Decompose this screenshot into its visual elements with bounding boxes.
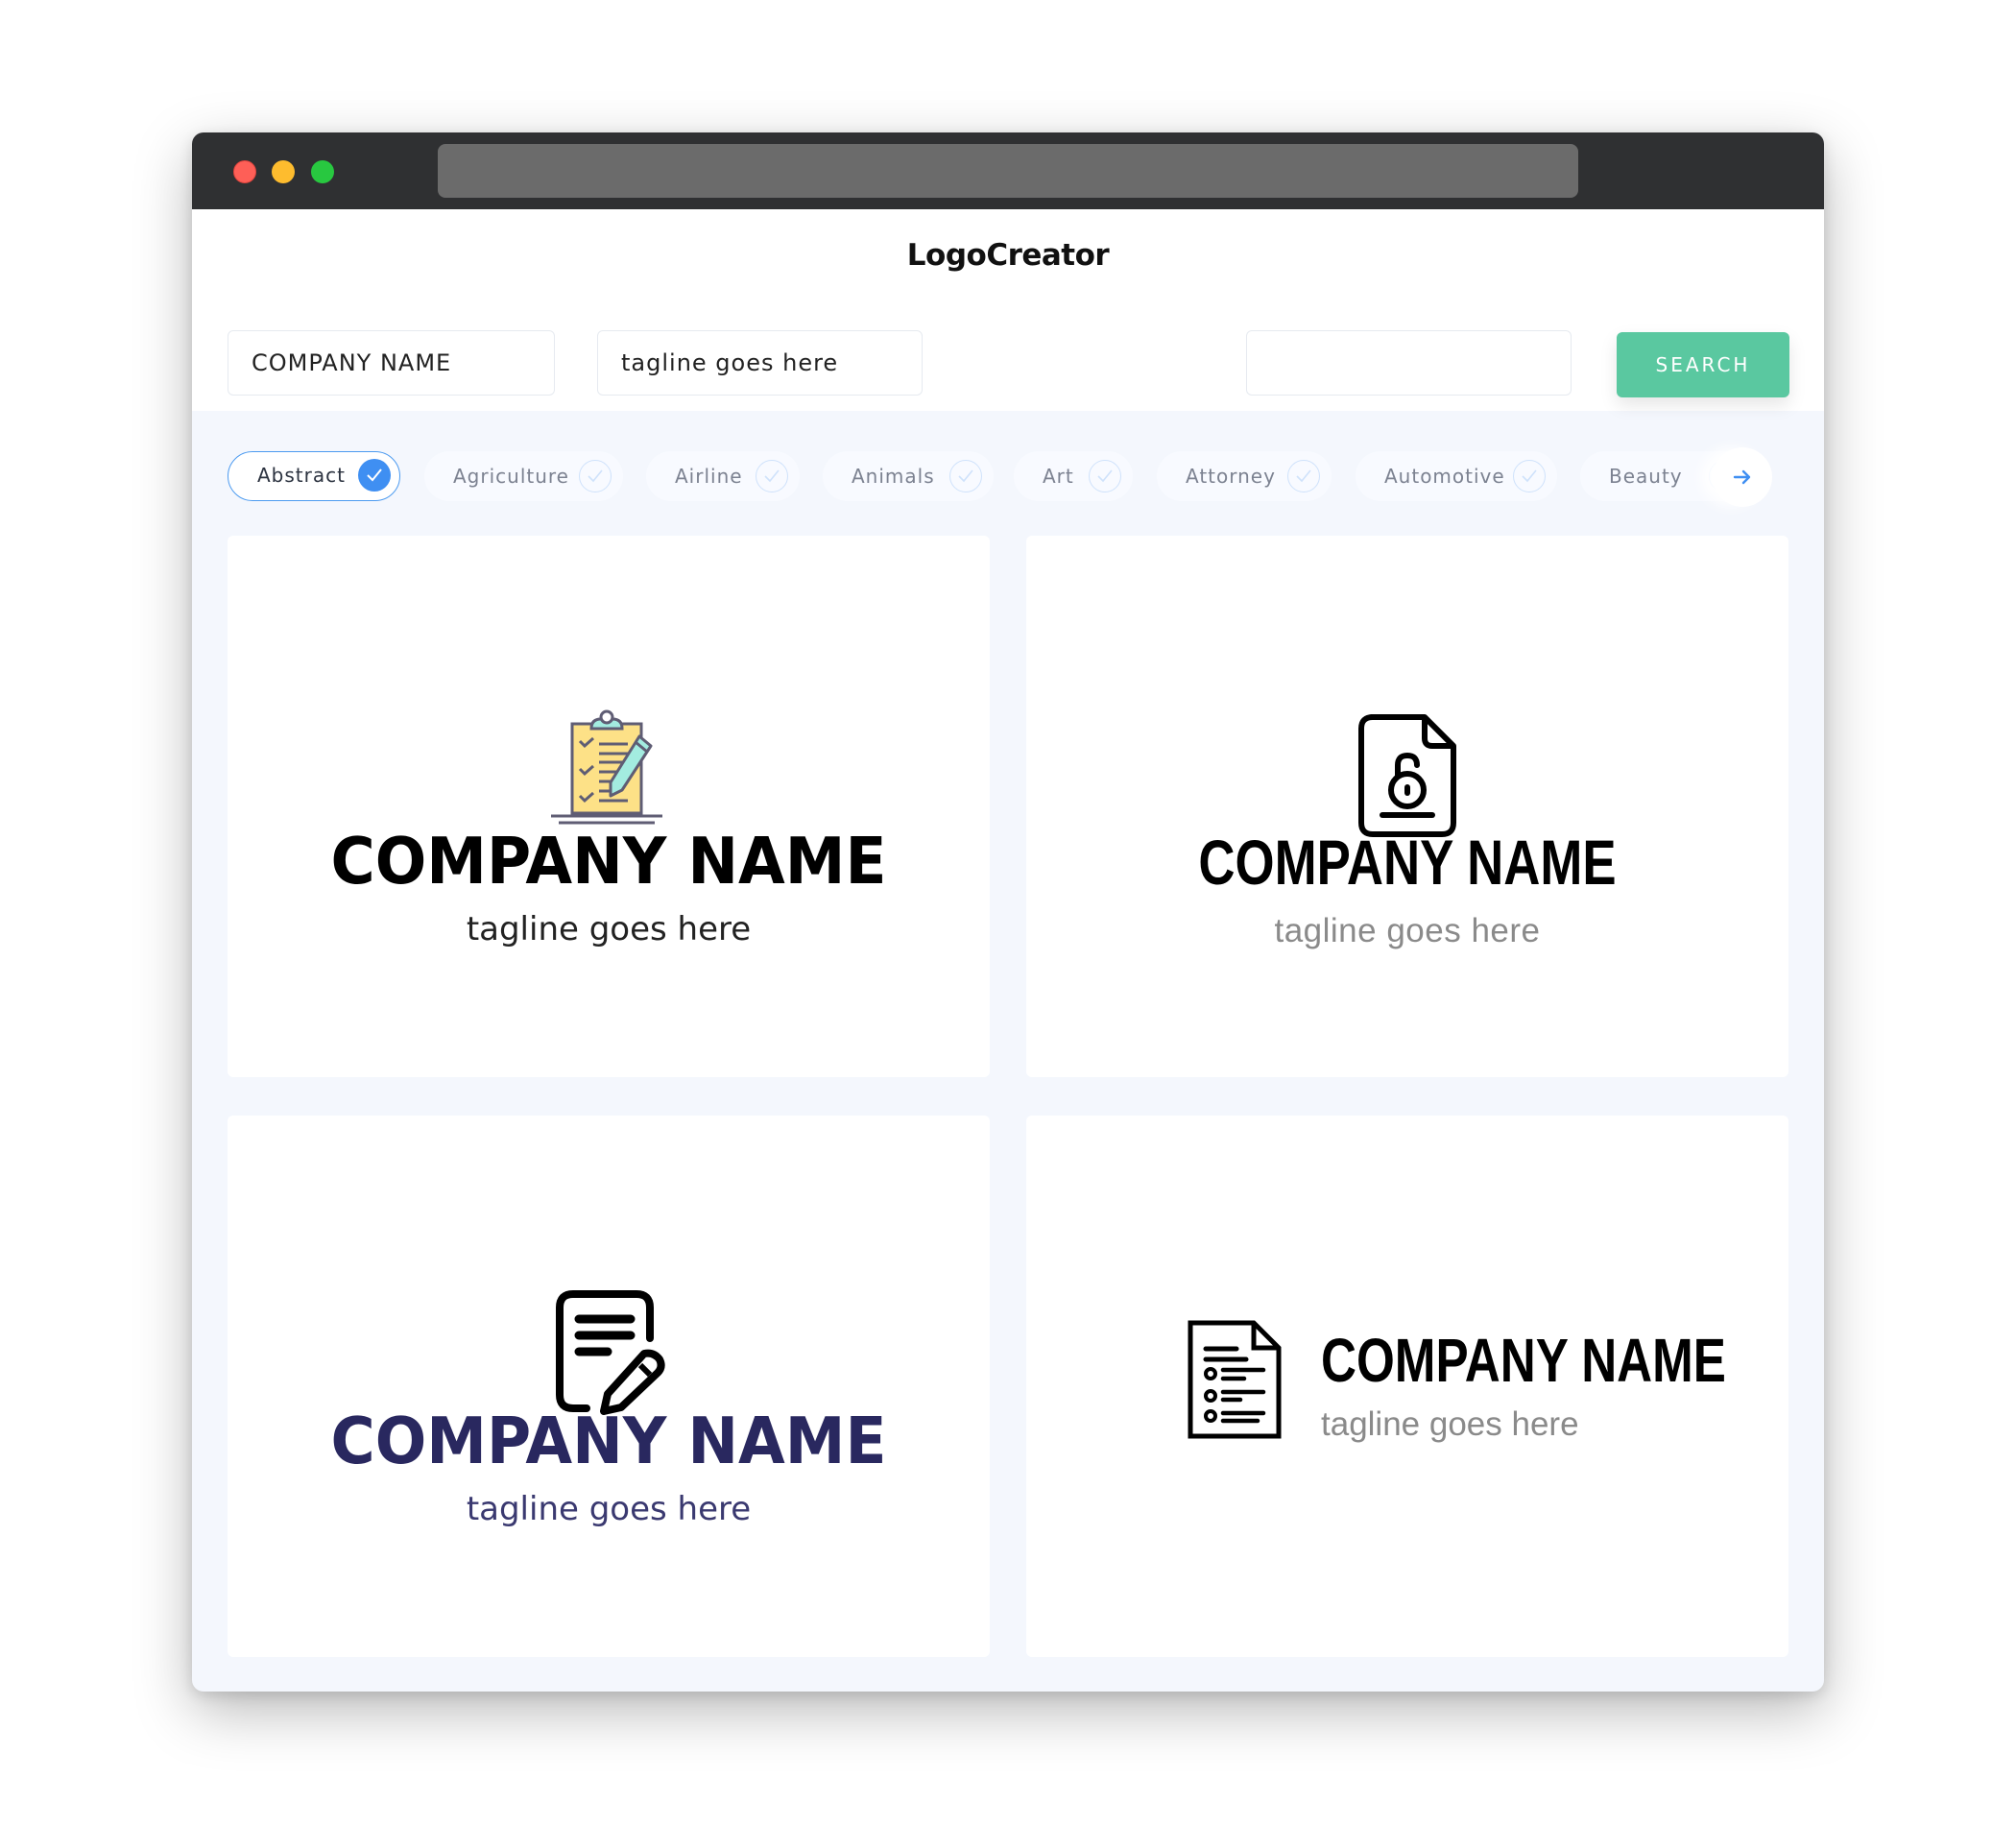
check-icon: [579, 460, 612, 492]
check-icon: [358, 459, 391, 492]
clipboard-checklist-pencil-icon: [551, 709, 666, 828]
logo-tagline: tagline goes here: [466, 1490, 752, 1528]
category-chip-label: Art: [1043, 465, 1074, 488]
tagline-input[interactable]: tagline goes here: [597, 330, 923, 396]
close-window-button[interactable]: [233, 160, 256, 183]
category-chip-automotive[interactable]: Automotive: [1356, 451, 1557, 501]
category-chip-attorney[interactable]: Attorney: [1157, 451, 1332, 501]
category-chip-label: Airline: [675, 465, 743, 488]
logo-company-name: COMPANY NAME: [330, 1404, 887, 1478]
category-filter-bar: Abstract Agriculture Airline Animals Art: [192, 411, 1824, 507]
locked-file-icon: [1357, 713, 1457, 842]
logo-card[interactable]: COMPANY NAME tagline goes here: [228, 536, 990, 1077]
title-bar: [192, 132, 1824, 209]
category-chip-label: Beauty: [1609, 465, 1683, 488]
logo-tagline: tagline goes here: [466, 910, 752, 948]
search-button[interactable]: SEARCH: [1617, 332, 1789, 397]
minimize-window-button[interactable]: [272, 160, 295, 183]
maximize-window-button[interactable]: [311, 160, 334, 183]
check-icon: [1089, 460, 1121, 492]
category-chip-label: Attorney: [1186, 465, 1276, 488]
logo-card[interactable]: COMPANY NAME tagline goes here: [1026, 536, 1788, 1077]
company-name-input[interactable]: COMPANY NAME: [228, 330, 555, 396]
logo-card[interactable]: COMPANY NAME tagline goes here: [228, 1116, 990, 1657]
address-bar[interactable]: [438, 144, 1578, 198]
keyword-search-input[interactable]: [1246, 330, 1572, 396]
category-chip-abstract[interactable]: Abstract: [228, 451, 400, 501]
logo-company-name: COMPANY NAME: [1321, 1326, 1726, 1395]
check-icon: [756, 460, 788, 492]
category-chip-airline[interactable]: Airline: [646, 451, 800, 501]
search-row: COMPANY NAME tagline goes here SEARCH: [192, 309, 1824, 411]
category-chip-label: Animals: [852, 465, 935, 488]
category-chip-art[interactable]: Art: [1014, 451, 1133, 501]
document-list-icon: [1187, 1319, 1283, 1444]
app-title[interactable]: LogoCreator: [192, 238, 1824, 273]
app-header: LogoCreator: [192, 209, 1824, 309]
logo-card[interactable]: COMPANY NAME tagline goes here: [1026, 1116, 1788, 1657]
logo-company-name: COMPANY NAME: [330, 824, 887, 899]
category-chip-label: Automotive: [1384, 465, 1505, 488]
check-icon: [1287, 460, 1320, 492]
logo-tagline: tagline goes here: [1321, 1405, 1579, 1443]
scroll-categories-right-button[interactable]: [1713, 447, 1772, 507]
category-chip-label: Agriculture: [453, 465, 569, 488]
category-chip-agriculture[interactable]: Agriculture: [424, 451, 623, 501]
category-chip-label: Abstract: [257, 464, 346, 487]
check-icon: [1513, 460, 1546, 492]
logo-company-name: COMPANY NAME: [1198, 827, 1617, 898]
logo-tagline: tagline goes here: [1274, 912, 1541, 949]
check-icon: [949, 460, 982, 492]
category-chip-animals[interactable]: Animals: [823, 451, 994, 501]
browser-window: LogoCreator COMPANY NAME tagline goes he…: [192, 132, 1824, 1692]
document-edit-icon: [554, 1288, 667, 1419]
